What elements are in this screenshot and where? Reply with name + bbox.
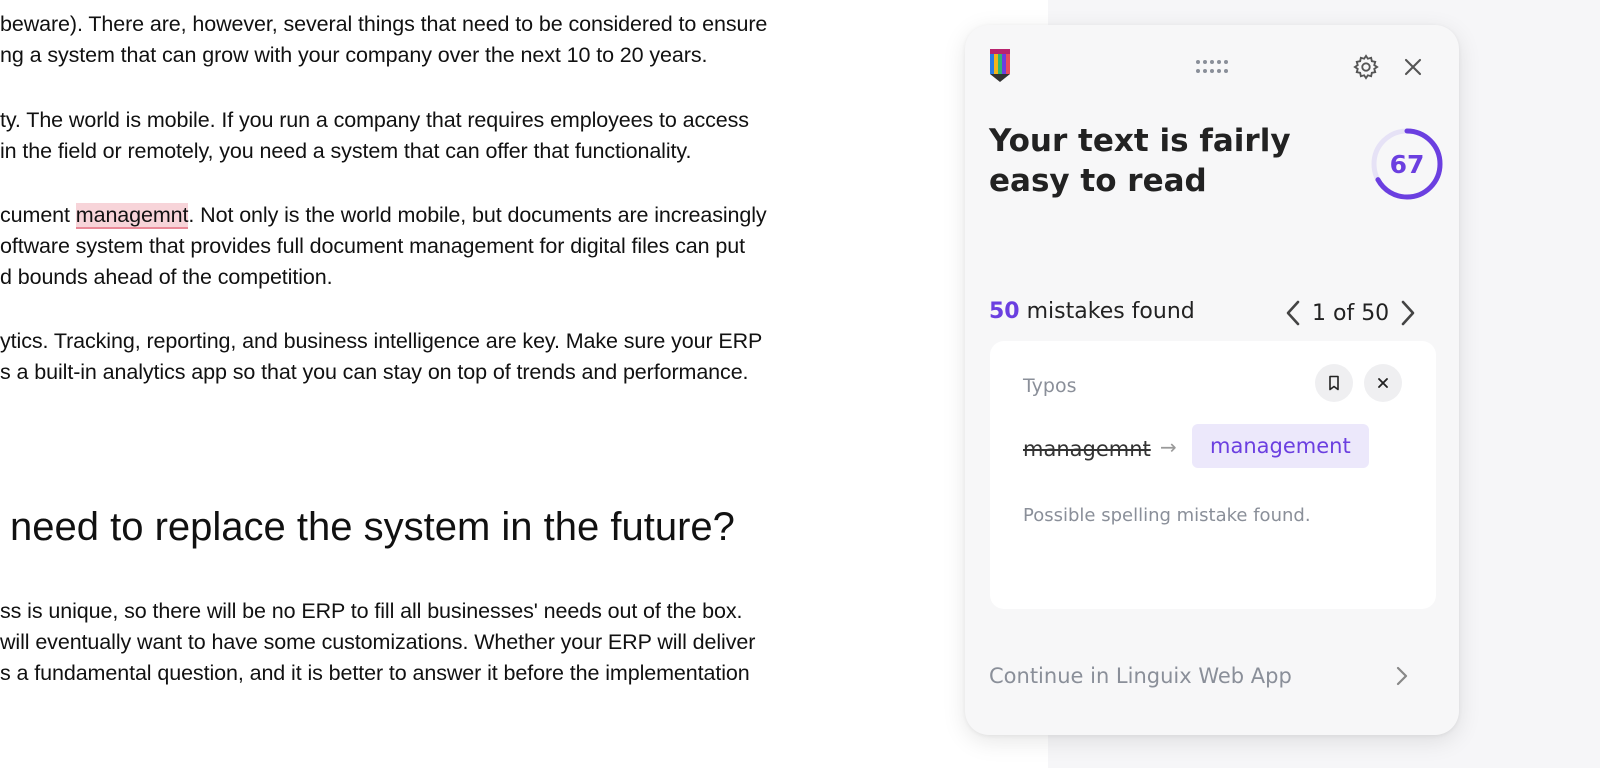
suggestion-card: Typos managemnt → management Possible sp…	[990, 341, 1436, 609]
document-line: ty. The world is mobile. If you run a co…	[0, 108, 749, 132]
drag-handle-icon[interactable]	[1196, 58, 1230, 76]
bookmark-button[interactable]	[1315, 364, 1353, 402]
mistakes-count: 50	[989, 299, 1020, 324]
chevron-right-icon	[1401, 300, 1415, 326]
mistake-pagination: 1 of 50	[1278, 295, 1423, 331]
next-mistake-button[interactable]	[1393, 295, 1423, 331]
document-line: will eventually want to have some custom…	[0, 630, 756, 654]
close-icon[interactable]	[1399, 53, 1427, 81]
chevron-left-icon	[1286, 300, 1300, 326]
chevron-right-icon	[1396, 666, 1408, 686]
document-line: ss is unique, so there will be no ERP to…	[0, 599, 743, 623]
document-area: beware). There are, however, several thi…	[0, 0, 1048, 768]
suggestion-description: Possible spelling mistake found.	[1023, 505, 1311, 526]
original-word: managemnt	[1023, 437, 1151, 461]
document-line: ng a system that can grow with your comp…	[0, 43, 708, 67]
document-line: oftware system that provides full docume…	[0, 234, 745, 258]
document-text: cument	[0, 203, 76, 227]
suggestion-category: Typos	[1023, 375, 1077, 397]
arrow-right-icon: →	[1160, 435, 1177, 459]
bookmark-icon	[1329, 375, 1339, 391]
prev-mistake-button[interactable]	[1278, 295, 1308, 331]
highlighted-typo[interactable]: managemnt	[75, 203, 189, 229]
linguix-panel: Your text is fairly easy to read 67 50 m…	[965, 25, 1459, 735]
linguix-logo-icon	[989, 49, 1011, 83]
mistakes-label: mistakes found	[1026, 299, 1195, 324]
score-value: 67	[1389, 149, 1425, 179]
readability-title: Your text is fairly easy to read	[989, 123, 1291, 199]
close-icon	[1378, 378, 1388, 388]
continue-web-app-link[interactable]: Continue in Linguix Web App	[989, 656, 1409, 696]
document-line: d bounds ahead of the competition.	[0, 265, 333, 289]
document-line: s a fundamental question, and it is bett…	[0, 661, 750, 685]
continue-label: Continue in Linguix Web App	[989, 664, 1292, 688]
document-line: s a built-in analytics app so that you c…	[0, 360, 749, 384]
document-line: cument managemnt. Not only is the world …	[0, 203, 767, 229]
gear-icon[interactable]	[1352, 53, 1380, 81]
document-text: . Not only is the world mobile, but docu…	[188, 203, 767, 227]
readability-score: 67	[1369, 126, 1445, 202]
section-heading: need to replace the system in the future…	[10, 505, 735, 549]
pagination-label: 1 of 50	[1312, 300, 1390, 326]
document-line: ytics. Tracking, reporting, and business…	[0, 329, 763, 353]
mistakes-summary: 50 mistakes found	[989, 299, 1195, 324]
document-line: beware). There are, however, several thi…	[0, 12, 768, 36]
document-line: in the field or remotely, you need a sys…	[0, 139, 692, 163]
dismiss-suggestion-button[interactable]	[1364, 364, 1402, 402]
suggestion-button[interactable]: management	[1192, 424, 1369, 468]
